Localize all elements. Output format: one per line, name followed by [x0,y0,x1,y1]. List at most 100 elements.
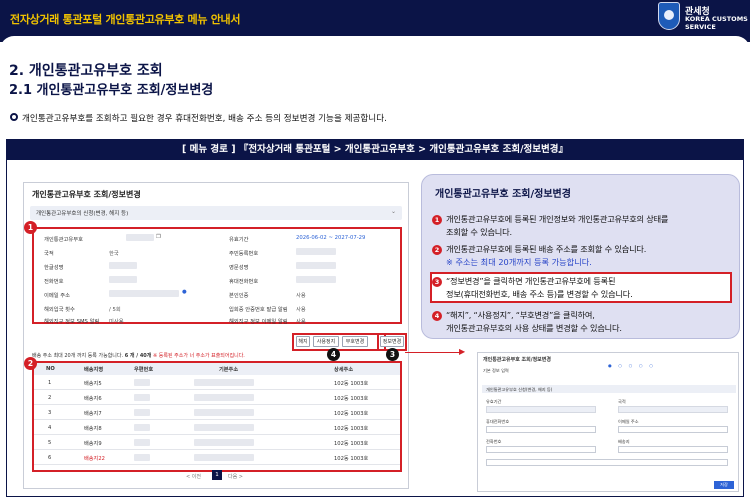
table-row-no: 3 [48,410,52,416]
edit-accordion-label: 개인통관고유부호 신청(변경, 해지 등) [486,387,553,392]
name-en-value [296,262,336,269]
banner-title: 전자상거래 통관포털 개인통관고유부호 메뉴 안내서 [10,13,241,26]
table-row-no: 1 [48,380,52,386]
table-row-zip [134,394,150,401]
table-row-name[interactable]: 배송지6 [84,395,102,402]
col-address: 기본주소 [219,367,239,373]
edit-info-button[interactable]: 정보변경 [380,336,404,347]
table-row-divider [34,389,400,390]
edit-screen-sub: 기본 정보 입력 [483,368,509,373]
notice-value: 사용 [296,307,306,313]
panel-item-3: “정보변경”을 클릭하면 개인통관고유부호에 등록된 정보(휴대전화번호, 배송… [446,275,633,300]
panel-item-4: “해지”, “사용정지”, “부호변경”을 클릭하여, 개인통관고유부호의 사용… [446,309,622,334]
table-row-name[interactable]: 배송지8 [84,425,102,432]
verified-value: 사용 [296,293,306,299]
edit-nation-field [618,406,728,413]
table-row-address [194,409,254,416]
address-warning: ※ 등록된 주소가 너 주소가 표출되어집니다. [152,353,245,359]
count-value: / 5회 [109,307,121,313]
suspend-button[interactable]: 사용정지 [313,336,339,347]
panel-num-1: 1 [432,215,442,225]
table-row-no: 5 [48,440,52,446]
code-label: 개인통관고유부호 [44,237,83,243]
resident-value [296,248,336,255]
chevron-down-icon: ⌄ [390,208,396,215]
table-row-divider [34,464,400,465]
table-row-address [194,454,254,461]
change-code-button[interactable]: 부호변경 [342,336,368,347]
bullet-circle-icon [10,113,18,121]
table-row-no: 2 [48,395,52,401]
name-en-label: 영문성명 [229,265,249,271]
sms-value: 미사용 [109,319,124,325]
table-row-divider [34,419,400,420]
edit-mobile-input[interactable] [486,426,596,433]
edit-valid-field [486,406,596,413]
table-row-address [194,424,254,431]
edit-nation-label: 국적 [618,399,626,404]
current-page[interactable]: 1 [212,470,222,480]
panel-num-2: 2 [432,245,442,255]
prev-page[interactable]: < 이전 [186,473,201,480]
brand-english: KOREA CUSTOMS SERVICE [685,15,748,31]
cancel-code-button[interactable]: 해지 [296,336,310,347]
next-page[interactable]: 다음 > [228,473,243,480]
edit-screenshot: 개인통관고유부호 조회/정보변경 기본 정보 입력 ● ○ ○ ○ ○ 개인통관… [477,352,739,492]
table-row-address [194,394,254,401]
brand-english-line2: SERVICE [685,23,716,31]
marker-2: 2 [24,357,37,370]
table-row-name[interactable]: 배송지7 [84,410,102,417]
resident-label: 주민등록번호 [229,251,259,257]
main-screenshot: 개인통관고유부호 조회/정보변경 개인통관고유부호의 신청(변경, 해지 등) … [23,182,409,489]
edit-address-label: 배송지 [618,439,630,444]
arrow-line [405,352,461,353]
edit-accordion[interactable]: 개인통관고유부호 신청(변경, 해지 등) [482,385,736,393]
save-button[interactable]: 저장 [714,481,734,489]
verified-check-icon: ● [182,289,187,295]
table-row-zip [134,439,150,446]
table-row-detail: 102동 1003호 [334,396,369,402]
valid-value: 2026-06-02 ~ 2027-07-29 [296,235,366,241]
panel-item-3-line2: 정보(휴대전화번호, 배송 주소 등)를 변경할 수 있습니다. [446,288,633,299]
table-row-no: 4 [48,425,52,431]
apply-accordion[interactable]: 개인통관고유부호의 신청(변경, 해지 등) ⌄ [30,206,402,220]
edit-email-input[interactable] [618,426,728,433]
email-label: 이메일 주소 [44,293,71,299]
verified-label: 본인인증 [229,293,249,299]
table-row-name[interactable]: 배송지5 [84,380,102,387]
customs-emblem-icon [658,2,680,30]
nation-value: 한국 [109,251,119,257]
arrow-head-icon: ▶ [459,347,466,356]
nation-label: 국적 [44,251,54,257]
table-row-address [194,439,254,446]
name-kr-value [109,262,137,269]
panel-item-4-line2: 개인통관고유부호의 사용 상태를 변경할 수 있습니다. [446,322,622,333]
panel-item-1: 개인통관고유부호에 등록된 개인정보와 개인통관고유부호의 상태를 조회할 수 … [446,213,668,238]
count-label: 해외입국 횟수 [44,307,75,313]
table-row-detail: 102동 1003호 [334,381,369,387]
table-row-zip [134,454,150,461]
edit-detail-input[interactable] [486,459,728,466]
table-row-detail: 102동 1003호 [334,411,369,417]
foreign-label: 해외직구 정보 이메일 알림 [229,319,288,325]
copy-icon[interactable]: ❐ [156,234,161,240]
explanation-panel: 개인통관고유부호 조회/정보변경 1 개인통관고유부호에 등록된 개인정보와 개… [421,174,740,339]
code-value [126,234,154,241]
table-row-zip [134,424,150,431]
col-zip: 우편번호 [134,367,154,373]
panel-item-2: 개인통관고유부호에 등록된 배송 주소를 조회할 수 있습니다. [446,244,647,254]
table-row-zip [134,379,150,386]
table-row-detail: 102동 1003호 [334,456,369,462]
table-row-name[interactable]: 배송지22 [84,455,105,462]
col-name: 배송지명 [84,367,104,373]
panel-num-4: 4 [432,311,442,321]
edit-phone-input[interactable] [486,446,596,453]
menu-route: [ 메뉴 경로 ] 『전자상거래 통관포털 > 개인통관고유부호 > 개인통관고… [7,140,743,160]
table-row-name[interactable]: 배송지9 [84,440,102,447]
screen-title: 개인통관고유부호 조회/정보변경 [32,190,141,199]
edit-phone-label: 전화번호 [486,439,502,444]
notice-label: 입회증 안중번호 발급 알림 [229,307,288,313]
personal-info-box: 개인통관고유부호 ❐ 유효기간 2026-06-02 ~ 2027-07-29 … [32,227,402,325]
marker-1: 1 [24,221,37,234]
edit-address-input[interactable] [618,446,728,453]
